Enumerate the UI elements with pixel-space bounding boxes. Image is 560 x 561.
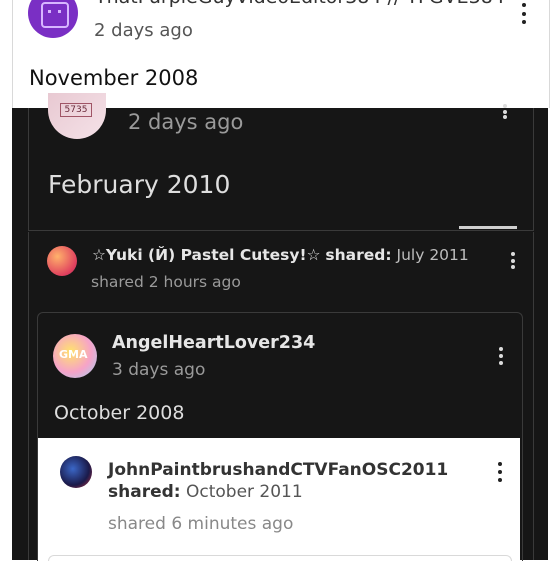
share1-author[interactable]: ☆Yuki (Й) Pastel Cutesy!☆ [92,246,320,264]
more-vertical-icon[interactable] [521,3,527,24]
post2-time: 3 days ago [112,360,206,380]
post2-text: October 2008 [54,402,185,424]
outer-post-time: 2 days ago [94,20,193,41]
outer-post-text: November 2008 [29,66,199,90]
share1-shared-time: shared 2 hours ago [91,273,241,291]
share1-header: ☆Yuki (Й) Pastel Cutesy!☆ shared: July 2… [92,246,469,264]
share1-avatar[interactable] [47,246,77,276]
share2-shared-time: shared 6 minutes ago [108,514,294,534]
outer-post-author[interactable]: ThatPurpleGuyVideoEditor384 // TFGVE384 [95,0,505,8]
more-vertical-icon[interactable] [502,104,508,119]
post1-avatar-label: 5735 [60,103,92,117]
post1-time: 2 days ago [128,110,244,134]
share2-shared-date: October 2011 [185,482,303,502]
post2-avatar-label: GMA [59,348,88,361]
share2-avatar[interactable] [60,456,92,488]
nested-card-edge [48,555,512,561]
avatar-face-icon [41,2,69,28]
share2-shared-line: shared: October 2011 [108,482,303,502]
post1-text: February 2010 [48,170,231,199]
share2-shared-label: shared: [108,482,181,502]
tab-indicator [459,226,517,229]
outer-post-card [12,0,550,108]
post2-avatar[interactable]: GMA [53,334,97,378]
share2-author[interactable]: JohnPaintbrushandCTVFanOSC2011 [108,460,448,480]
more-vertical-icon[interactable] [497,462,503,482]
more-vertical-icon[interactable] [498,347,504,365]
more-vertical-icon[interactable] [510,252,516,269]
post2-author[interactable]: AngelHeartLover234 [112,333,315,353]
share1-shared-date: July 2011 [396,246,469,264]
share1-shared-label: shared: [325,246,392,264]
